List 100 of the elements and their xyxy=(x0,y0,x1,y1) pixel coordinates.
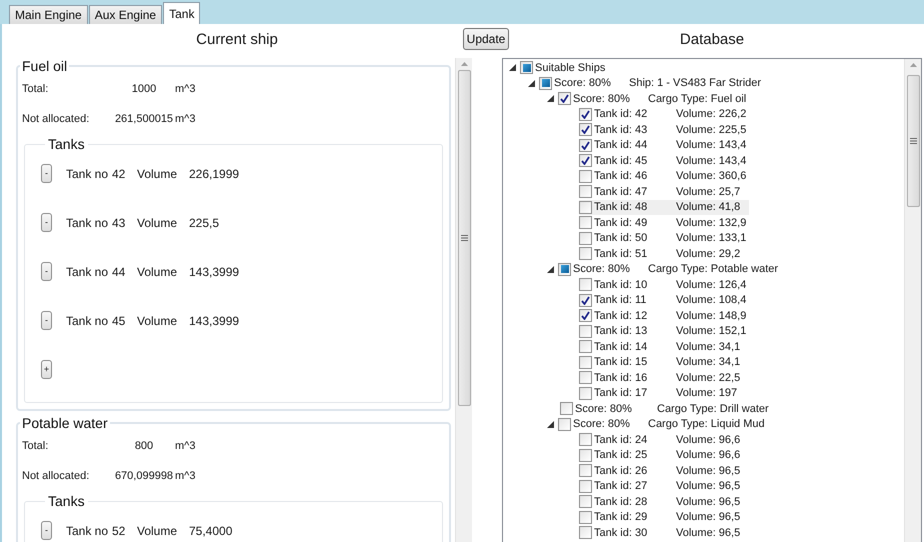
checkbox[interactable] xyxy=(579,386,592,400)
checkbox[interactable] xyxy=(579,324,592,338)
tree-item[interactable]: Tank id: 30 Volume: 96,5 xyxy=(579,525,749,540)
field-label: Not allocated: xyxy=(22,470,90,482)
add-button[interactable]: + xyxy=(41,360,52,379)
field-label: Tank no xyxy=(66,166,110,180)
checkbox[interactable] xyxy=(579,448,592,462)
tree-item[interactable]: Tank id: 12 Volume: 148,9 xyxy=(579,308,749,324)
checkbox[interactable] xyxy=(579,138,592,152)
tree-item[interactable]: Tank id: 17 Volume: 197 xyxy=(579,386,749,401)
field-value: 44 xyxy=(112,264,126,278)
tree-item[interactable]: Tank id: 44 Volume: 143,4 xyxy=(579,138,749,153)
remove-button[interactable]: - xyxy=(41,164,52,183)
checkbox[interactable] xyxy=(579,216,592,230)
checkbox[interactable] xyxy=(579,185,592,198)
checkbox[interactable] xyxy=(579,309,592,322)
field-label: Tank no xyxy=(66,264,110,278)
tree-item[interactable]: Tank id: 50 Volume: 133,1 xyxy=(579,230,749,246)
checkbox[interactable] xyxy=(558,418,571,431)
tree-item[interactable]: Tank id: 43 Volume: 225,5 xyxy=(579,122,749,138)
tree-item[interactable]: Suitable Ships xyxy=(520,60,690,76)
field-value: 52 xyxy=(112,524,126,538)
checkbox[interactable] xyxy=(579,340,592,354)
tree-item[interactable]: Tank id: 25 Volume: 96,6 xyxy=(579,448,749,463)
checkbox[interactable] xyxy=(579,154,592,168)
tree-item[interactable]: Tank id: 28 Volume: 96,5 xyxy=(579,494,749,510)
expanded-arrow-icon[interactable] xyxy=(547,266,554,273)
tree-item[interactable]: Tank id: 49 Volume: 132,9 xyxy=(579,215,749,230)
tree-item[interactable]: Score: 80% Cargo Type: Fuel oil xyxy=(558,91,748,106)
tree-item[interactable]: Tank id: 14 Volume: 34,1 xyxy=(579,339,749,354)
checkbox[interactable] xyxy=(579,464,592,478)
tree-item[interactable]: Score: 80% Cargo Type: Liquid Mud xyxy=(558,416,767,432)
checkbox[interactable] xyxy=(579,294,592,307)
checkbox[interactable] xyxy=(560,402,573,416)
remove-button[interactable]: - xyxy=(41,262,52,281)
checkbox[interactable] xyxy=(579,108,592,121)
checkbox[interactable] xyxy=(579,200,592,214)
checkbox[interactable] xyxy=(520,61,533,74)
tree-item[interactable]: Tank id: 27 Volume: 96,5 xyxy=(579,478,749,494)
scroll-up-icon[interactable] xyxy=(910,63,916,67)
scrollbar-thumb[interactable] xyxy=(458,70,470,406)
expanded-arrow-icon[interactable] xyxy=(509,64,516,72)
checkbox[interactable] xyxy=(579,356,592,369)
tree-item[interactable]: Tank id: 48 Volume: 41,8 xyxy=(579,200,749,215)
checkbox[interactable] xyxy=(558,262,571,276)
checkbox[interactable] xyxy=(579,170,592,183)
field-value: 45 xyxy=(112,314,126,328)
tree-item[interactable]: Score: 80% Cargo Type: Drill water xyxy=(560,401,771,416)
tree-item[interactable]: Tank id: 26 Volume: 96,5 xyxy=(579,463,749,478)
tree-item[interactable]: Score: 80% Ship: 1 - VS483 Far Strider xyxy=(539,76,764,91)
checkbox[interactable] xyxy=(579,480,592,493)
checkbox[interactable] xyxy=(579,123,592,136)
unit-label: m^3 xyxy=(175,440,196,452)
checkbox[interactable] xyxy=(579,247,592,260)
tree-item[interactable]: Tank id: 24 Volume: 96,6 xyxy=(579,432,749,448)
remove-button[interactable]: - xyxy=(41,521,52,540)
checkbox[interactable] xyxy=(579,433,592,446)
field-label: Total: xyxy=(22,83,50,95)
tree-item[interactable]: Tank id: 16 Volume: 22,5 xyxy=(579,370,749,386)
tree-item[interactable]: Tank id: 29 Volume: 96,5 xyxy=(579,510,749,525)
update-button[interactable]: Update xyxy=(462,28,510,50)
unit-label: m^3 xyxy=(175,470,196,482)
tree-item[interactable]: Tank id: 46 Volume: 360,6 xyxy=(579,168,749,184)
expanded-arrow-icon[interactable] xyxy=(547,95,554,102)
scrollbar[interactable] xyxy=(455,58,472,542)
unit-label: m^3 xyxy=(175,83,196,95)
tree-item[interactable]: Tank id: 11 Volume: 108,4 xyxy=(579,292,749,308)
field-value: 226,1999 xyxy=(189,166,240,180)
field-value: 143,3999 xyxy=(189,314,240,328)
tree-item[interactable]: Tank id: 15 Volume: 34,1 xyxy=(579,354,749,370)
scrollbar-thumb[interactable] xyxy=(906,75,920,207)
tab[interactable]: Main Engine xyxy=(9,5,88,24)
checkbox[interactable] xyxy=(558,92,571,106)
tree-item[interactable]: Tank id: 47 Volume: 25,7 xyxy=(579,184,749,200)
tab[interactable]: Tank xyxy=(163,2,200,24)
checkbox[interactable] xyxy=(579,232,592,245)
checkbox[interactable] xyxy=(579,526,592,540)
tree-item[interactable]: Tank id: 13 Volume: 152,1 xyxy=(579,324,749,339)
checkbox[interactable] xyxy=(579,510,592,524)
expanded-arrow-icon[interactable] xyxy=(547,420,554,428)
field-value: 800 xyxy=(134,440,154,452)
field-label: Volume xyxy=(137,216,178,230)
remove-button[interactable]: - xyxy=(41,311,52,330)
field-label: Tank no xyxy=(66,314,110,328)
checkbox[interactable] xyxy=(579,371,592,384)
tree-item[interactable]: Tank id: 10 Volume: 126,4 xyxy=(579,277,749,292)
tree-item[interactable]: Score: 80% Cargo Type: Potable water xyxy=(558,262,780,277)
tree-item[interactable]: Tank id: 42 Volume: 226,2 xyxy=(579,106,749,122)
field-label: Volume xyxy=(137,314,178,328)
field-value: 261,500015 xyxy=(114,113,174,125)
checkbox[interactable] xyxy=(539,76,552,90)
scroll-up-icon[interactable] xyxy=(460,62,468,66)
checkbox[interactable] xyxy=(579,495,592,508)
expanded-arrow-icon[interactable] xyxy=(528,80,535,87)
checkbox[interactable] xyxy=(579,278,592,292)
tree-item[interactable]: Tank id: 51 Volume: 29,2 xyxy=(579,246,749,262)
remove-button[interactable]: - xyxy=(41,213,52,232)
scrollbar[interactable] xyxy=(904,59,921,542)
tree-item[interactable]: Tank id: 45 Volume: 143,4 xyxy=(579,153,749,168)
tab[interactable]: Aux Engine xyxy=(88,5,162,24)
